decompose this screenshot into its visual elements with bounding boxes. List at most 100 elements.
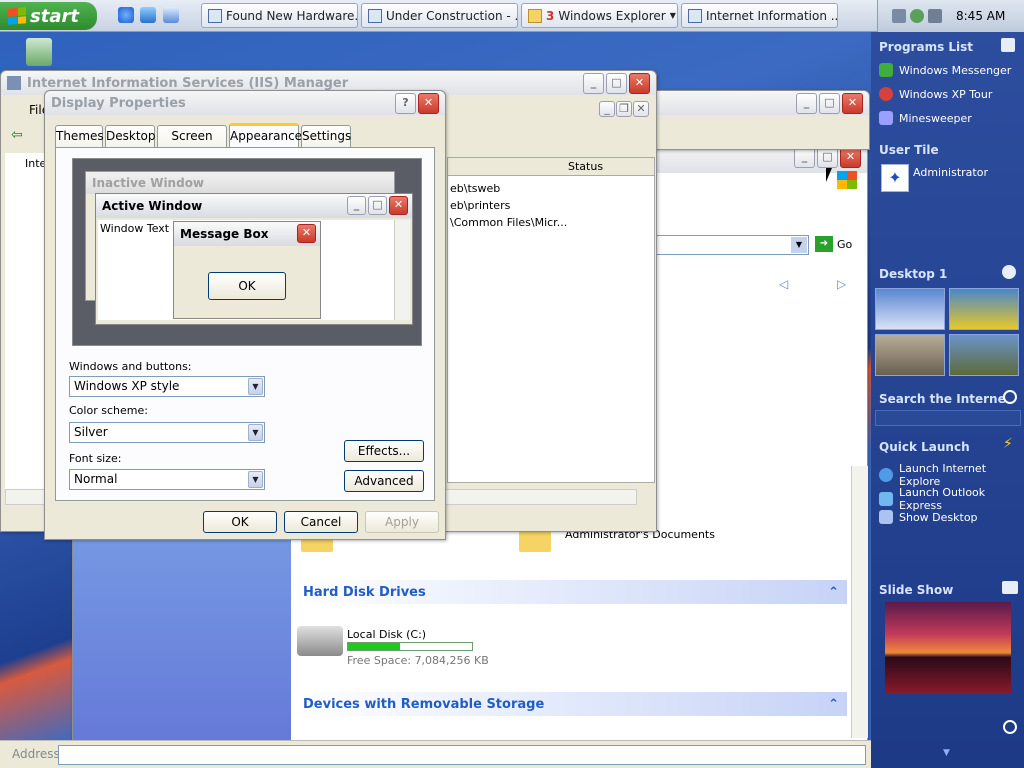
active-titlebar: Active Window _ □ ✕: [96, 194, 412, 218]
inactive-titlebar: Inactive Window: [86, 172, 394, 194]
ie-page-icon: [368, 8, 382, 23]
minimize-button[interactable]: _: [583, 72, 604, 94]
address-combo[interactable]: ▼: [633, 235, 809, 255]
start-button[interactable]: start: [0, 2, 97, 30]
maximize-button[interactable]: □: [819, 92, 840, 114]
slide-show-header: Slide Show: [879, 583, 954, 597]
minimize-button[interactable]: _: [796, 92, 817, 114]
iis-icon: [688, 8, 702, 23]
windows-flag-icon: [8, 7, 26, 25]
hardware-icon: [208, 8, 222, 23]
desktop-thumbnail-1[interactable]: [875, 288, 945, 330]
address-label: Address: [12, 747, 60, 761]
quick-launch-outlook[interactable]: Launch Outlook Express: [879, 486, 1024, 512]
sidebar-menu-icon[interactable]: [1001, 38, 1015, 52]
xp-tour-icon: [879, 87, 893, 101]
restore-button[interactable]: ❐: [616, 101, 632, 117]
task-label: Windows Explorer: [558, 8, 666, 23]
vertical-scrollbar[interactable]: [851, 466, 868, 738]
apply-button[interactable]: Apply: [365, 511, 439, 533]
free-space-label: Free Space: 7,084,256 KB: [347, 654, 489, 667]
disk-usage-fill: [348, 643, 401, 650]
windows-sidebar: Programs List Windows Messenger Windows …: [871, 32, 1024, 768]
taskbar: start Found New Hardware... Under Constr…: [0, 0, 1024, 32]
help-button[interactable]: ?: [395, 92, 416, 114]
font-size-select[interactable]: Normal ▼: [69, 469, 265, 490]
message-box-titlebar: Message Box ✕: [174, 222, 320, 246]
arrow-left-icon[interactable]: ◁: [779, 277, 788, 291]
address-bar: Address: [0, 740, 871, 768]
chevron-down-icon: ▼: [669, 11, 676, 20]
task-under-construction[interactable]: Under Construction - ...: [361, 3, 518, 28]
preview-message-box: Message Box ✕ OK: [173, 221, 321, 319]
advanced-button[interactable]: Advanced: [344, 470, 424, 492]
appearance-preview: Inactive Window Active Window _ □ ✕ Window…: [72, 158, 422, 346]
security-icon[interactable]: [910, 9, 924, 23]
go-arrow-icon: ➜: [815, 236, 833, 252]
ok-button[interactable]: OK: [203, 511, 277, 533]
close-button[interactable]: ✕: [842, 92, 863, 114]
program-minesweeper[interactable]: Minesweeper: [879, 111, 972, 125]
windows-buttons-select[interactable]: Windows XP style ▼: [69, 376, 265, 397]
go-button[interactable]: ➜ Go: [815, 236, 852, 252]
minesweeper-icon: [879, 111, 893, 125]
disk-usage-bar: [347, 642, 473, 651]
slide-show-image[interactable]: [885, 602, 1011, 694]
chevron-down-icon: ▼: [791, 237, 807, 253]
internet-explorer-icon[interactable]: [118, 7, 134, 23]
arrow-right-icon[interactable]: ▷: [837, 277, 846, 291]
volume-icon[interactable]: [928, 9, 942, 23]
clock-icon[interactable]: [1003, 720, 1017, 734]
effects-button[interactable]: Effects...: [344, 440, 424, 462]
address-input[interactable]: [58, 745, 866, 765]
close-button[interactable]: ✕: [633, 101, 649, 117]
minimize-button[interactable]: _: [599, 101, 615, 117]
quick-launch-show-desktop[interactable]: Show Desktop: [879, 510, 978, 524]
windows-buttons-label: Windows and buttons:: [69, 360, 192, 373]
outlook-express-icon[interactable]: [140, 7, 156, 23]
list-row[interactable]: \Common Files\Micr...: [448, 212, 654, 229]
task-found-new-hardware[interactable]: Found New Hardware...: [201, 3, 358, 28]
tab-panel: Inactive Window Active Window _ □ ✕ Window…: [55, 147, 435, 501]
search-input[interactable]: [875, 410, 1021, 426]
maximize-button[interactable]: □: [606, 72, 627, 94]
program-windows-xp-tour[interactable]: Windows XP Tour: [879, 87, 992, 101]
recycle-bin-icon[interactable]: [26, 38, 52, 66]
desktop-thumbnail-2[interactable]: [949, 288, 1019, 330]
show-desktop-icon: [879, 510, 893, 524]
message-box-ok: OK: [208, 272, 286, 300]
list-header: Status: [448, 158, 654, 176]
color-scheme-select[interactable]: Silver ▼: [69, 422, 265, 443]
network-icon[interactable]: [892, 9, 906, 23]
clock[interactable]: 8:45 AM: [956, 9, 1005, 23]
column-status[interactable]: Status: [568, 160, 603, 173]
desktop-thumbnail-4[interactable]: [949, 334, 1019, 376]
quick-launch-ie[interactable]: Launch Internet Explore: [879, 462, 1024, 488]
user-avatar-icon[interactable]: ✦: [881, 164, 909, 192]
task-windows-explorer-group[interactable]: 3 Windows Explorer ▼: [521, 3, 678, 28]
program-windows-messenger[interactable]: Windows Messenger: [879, 63, 1011, 77]
desktop-header: Desktop 1: [879, 267, 948, 281]
chevron-down-icon: ▼: [248, 378, 263, 395]
back-arrow-icon[interactable]: ⇦: [11, 127, 23, 143]
close-button[interactable]: ✕: [629, 72, 650, 94]
list-row[interactable]: eb\tsweb: [448, 176, 654, 195]
user-tile-header: User Tile: [879, 143, 939, 157]
list-row[interactable]: eb\printers: [448, 195, 654, 212]
close-button[interactable]: ✕: [418, 92, 439, 114]
dialog-titlebar[interactable]: Display Properties? ✕: [45, 91, 445, 115]
hard-disk-icon[interactable]: [297, 626, 343, 656]
collapse-chevron-icon[interactable]: ⌃: [828, 697, 839, 712]
chevron-down-icon[interactable]: ▼: [943, 748, 950, 758]
task-iis-manager[interactable]: Internet Information ...: [681, 3, 838, 28]
show-desktop-icon[interactable]: [163, 7, 179, 23]
refresh-icon[interactable]: [1002, 265, 1016, 279]
list-pane: Status eb\tsweb eb\printers \Common File…: [447, 157, 655, 483]
cancel-button[interactable]: Cancel: [284, 511, 358, 533]
camera-icon[interactable]: [1002, 581, 1018, 594]
desktop-thumbnail-3[interactable]: [875, 334, 945, 376]
local-disk-label[interactable]: Local Disk (C:): [347, 628, 426, 641]
windows-logo-icon: [837, 171, 857, 189]
collapse-chevron-icon[interactable]: ⌃: [828, 585, 839, 600]
search-icon[interactable]: [1003, 390, 1017, 404]
